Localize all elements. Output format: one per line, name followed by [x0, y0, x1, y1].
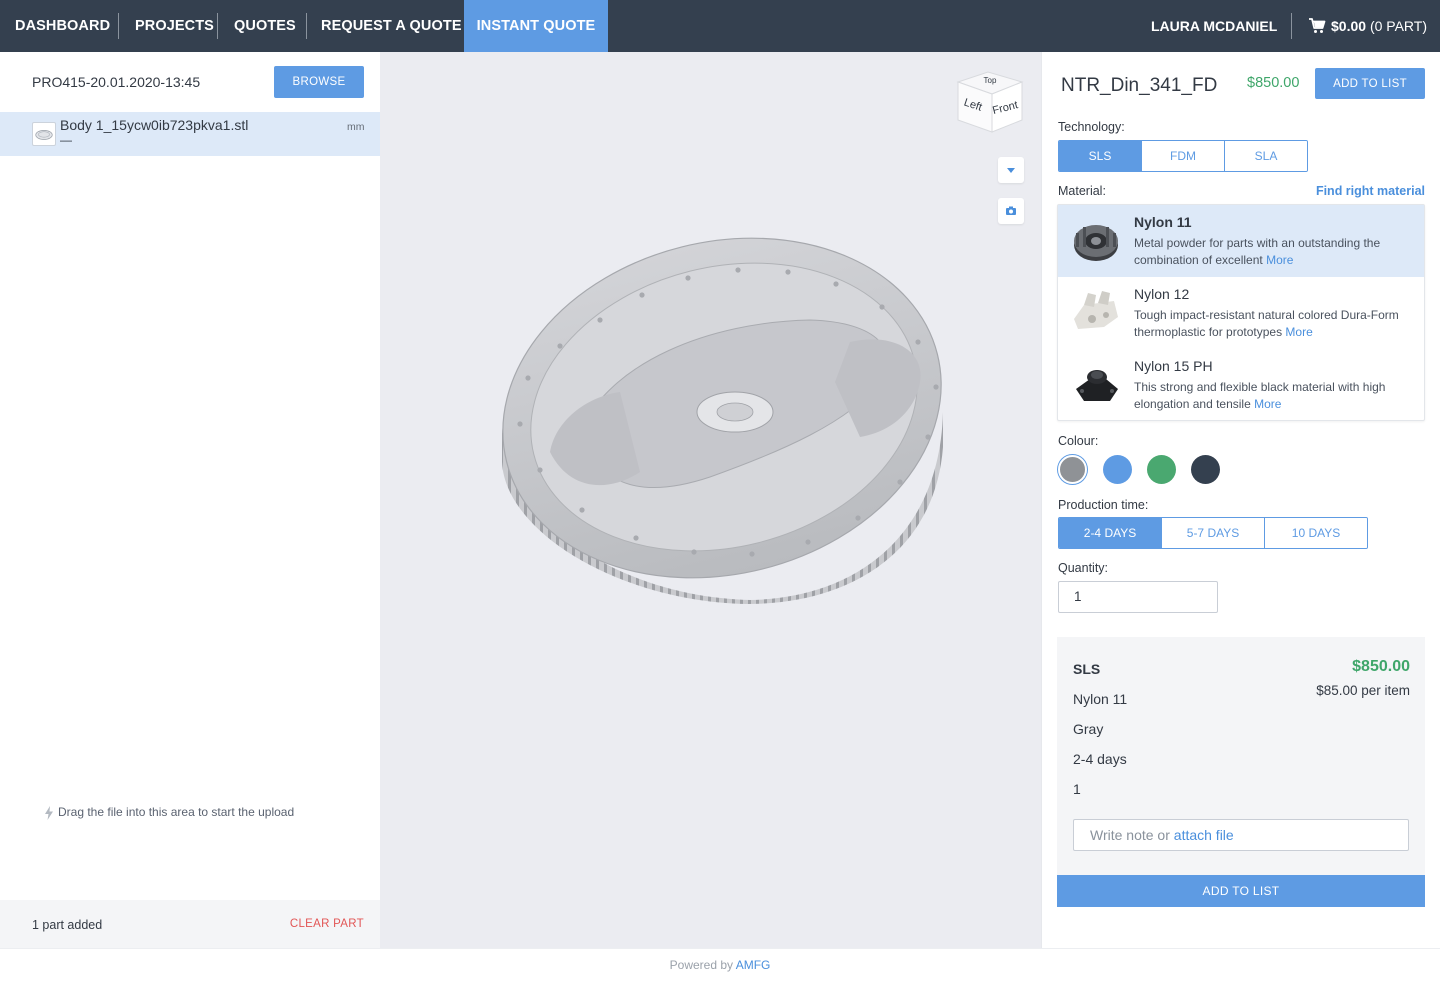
- file-name: Body 1_15ycw0ib723pkva1.stl: [60, 117, 249, 133]
- tech-sls[interactable]: SLS: [1059, 141, 1142, 171]
- material-label: Material:: [1058, 184, 1106, 198]
- model-viewer[interactable]: Top Left Front: [380, 52, 1041, 948]
- lightning-icon: [45, 806, 53, 820]
- technology-selector: SLS FDM SLA: [1058, 140, 1308, 172]
- note-input[interactable]: Write note or attach file: [1073, 819, 1409, 851]
- quantity-label: Quantity:: [1058, 561, 1109, 575]
- bracket-part-icon: [1074, 291, 1118, 329]
- quote-summary: SLS Nylon 11 Gray 2-4 days 1 $850.00 $85…: [1057, 637, 1425, 907]
- material-description: Tough impact-resistant natural colored D…: [1134, 307, 1420, 341]
- housing-part-icon: [1076, 370, 1118, 401]
- file-unit: mm: [347, 121, 365, 133]
- gear-part-icon: [1074, 225, 1118, 261]
- cart-parts: (0 PART): [1369, 18, 1427, 34]
- snapshot-button[interactable]: [998, 198, 1024, 224]
- view-options-button[interactable]: [998, 157, 1024, 183]
- tech-fdm[interactable]: FDM: [1142, 141, 1225, 171]
- parts-panel: PRO415-20.01.2020-13:45 BROWSE Body 1_15…: [0, 52, 380, 948]
- material-desc-text: Metal powder for parts with an outstandi…: [1134, 236, 1381, 267]
- note-placeholder: Write note or: [1090, 827, 1170, 843]
- material-desc-text: Tough impact-resistant natural colored D…: [1134, 308, 1399, 339]
- nav-dashboard[interactable]: DASHBOARD: [15, 0, 110, 52]
- production-selector: 2-4 DAYS 5-7 DAYS 10 DAYS: [1058, 517, 1368, 549]
- view-cube[interactable]: Top Left Front: [954, 68, 1026, 136]
- quote-panel: NTR_Din_341_FD $850.00 ADD TO LIST Techn…: [1041, 52, 1440, 948]
- production-5-7-days[interactable]: 5-7 DAYS: [1162, 518, 1265, 548]
- parts-count: 1 part added: [32, 918, 103, 932]
- find-material-link[interactable]: Find right material: [1316, 184, 1425, 198]
- nav-request-quote[interactable]: REQUEST A QUOTE: [321, 0, 462, 52]
- more-link[interactable]: More: [1285, 325, 1312, 339]
- material-name: Nylon 12: [1134, 286, 1190, 302]
- camera-icon: [1006, 206, 1016, 215]
- material-list: Nylon 11 Metal powder for parts with an …: [1057, 204, 1425, 421]
- caret-down-icon: [1007, 168, 1015, 173]
- summary-technology: SLS: [1073, 661, 1101, 677]
- summary-quantity: 1: [1073, 781, 1081, 797]
- summary-colour: Gray: [1073, 721, 1104, 737]
- clear-part-button[interactable]: CLEAR PART: [290, 918, 364, 930]
- top-nav: DASHBOARD PROJECTS QUOTES REQUEST A QUOT…: [0, 0, 1440, 52]
- parts-footer: 1 part added CLEAR PART: [0, 900, 380, 948]
- add-to-list-bottom-button[interactable]: ADD TO LIST: [1057, 875, 1425, 907]
- summary-time: 2-4 days: [1073, 751, 1127, 767]
- material-name: Nylon 15 PH: [1134, 358, 1213, 374]
- material-description: This strong and flexible black material …: [1134, 379, 1420, 413]
- drag-hint: Drag the file into this area to start th…: [58, 805, 295, 819]
- cart-icon[interactable]: [1308, 17, 1326, 35]
- technology-label: Technology:: [1058, 120, 1125, 134]
- summary-per-item: $85.00 per item: [1316, 683, 1410, 698]
- summary-total: $850.00: [1352, 658, 1410, 675]
- part-name: NTR_Din_341_FD: [1061, 75, 1218, 96]
- production-10-days[interactable]: 10 DAYS: [1265, 518, 1367, 548]
- colour-swatch-gray[interactable]: [1058, 455, 1087, 484]
- footer: Powered by AMFG: [0, 948, 1440, 980]
- summary-material: Nylon 11: [1073, 691, 1128, 707]
- colour-swatch-blue[interactable]: [1103, 455, 1132, 484]
- production-2-4-days[interactable]: 2-4 DAYS: [1059, 518, 1162, 548]
- material-nylon-11[interactable]: Nylon 11 Metal powder for parts with an …: [1058, 205, 1424, 277]
- more-link[interactable]: More: [1266, 253, 1293, 267]
- colour-label: Colour:: [1058, 434, 1099, 448]
- colour-swatch-navy[interactable]: [1191, 455, 1220, 484]
- nav-projects[interactable]: PROJECTS: [135, 0, 214, 52]
- material-nylon-15ph[interactable]: Nylon 15 PH This strong and flexible bla…: [1058, 349, 1424, 421]
- part-price: $850.00: [1247, 75, 1300, 91]
- model-render[interactable]: [380, 52, 1041, 948]
- nav-separator: [1291, 13, 1292, 39]
- project-name: PRO415-20.01.2020-13:45: [32, 74, 201, 90]
- nav-quotes[interactable]: QUOTES: [234, 0, 296, 52]
- cube-top-label: Top: [984, 76, 997, 85]
- browse-button[interactable]: BROWSE: [274, 66, 364, 98]
- cart-summary[interactable]: $0.00 (0 PART): [1331, 0, 1427, 52]
- quantity-input[interactable]: 1: [1058, 581, 1218, 613]
- add-to-list-button[interactable]: ADD TO LIST: [1315, 68, 1425, 99]
- part-thumbnail-icon: [32, 122, 56, 146]
- nav-separator: [217, 13, 218, 39]
- powered-by-text: Powered by: [669, 958, 734, 972]
- material-nylon-12[interactable]: Nylon 12 Tough impact-resistant natural …: [1058, 277, 1424, 349]
- user-name[interactable]: LAURA MCDANIEL: [1151, 0, 1277, 52]
- tech-sla[interactable]: SLA: [1225, 141, 1307, 171]
- production-label: Production time:: [1058, 498, 1149, 512]
- brand-link[interactable]: AMFG: [736, 958, 771, 972]
- file-meta: —: [60, 133, 72, 147]
- cart-amount: $0.00: [1331, 18, 1367, 34]
- nav-separator: [118, 13, 119, 39]
- material-name: Nylon 11: [1134, 214, 1192, 230]
- more-link[interactable]: More: [1254, 397, 1281, 411]
- attach-file-link[interactable]: attach file: [1174, 827, 1234, 843]
- material-description: Metal powder for parts with an outstandi…: [1134, 235, 1420, 269]
- nav-separator: [306, 13, 307, 39]
- file-row[interactable]: Body 1_15ycw0ib723pkva1.stl — mm: [0, 112, 380, 156]
- nav-instant-quote[interactable]: INSTANT QUOTE: [464, 0, 608, 52]
- colour-swatch-green[interactable]: [1147, 455, 1176, 484]
